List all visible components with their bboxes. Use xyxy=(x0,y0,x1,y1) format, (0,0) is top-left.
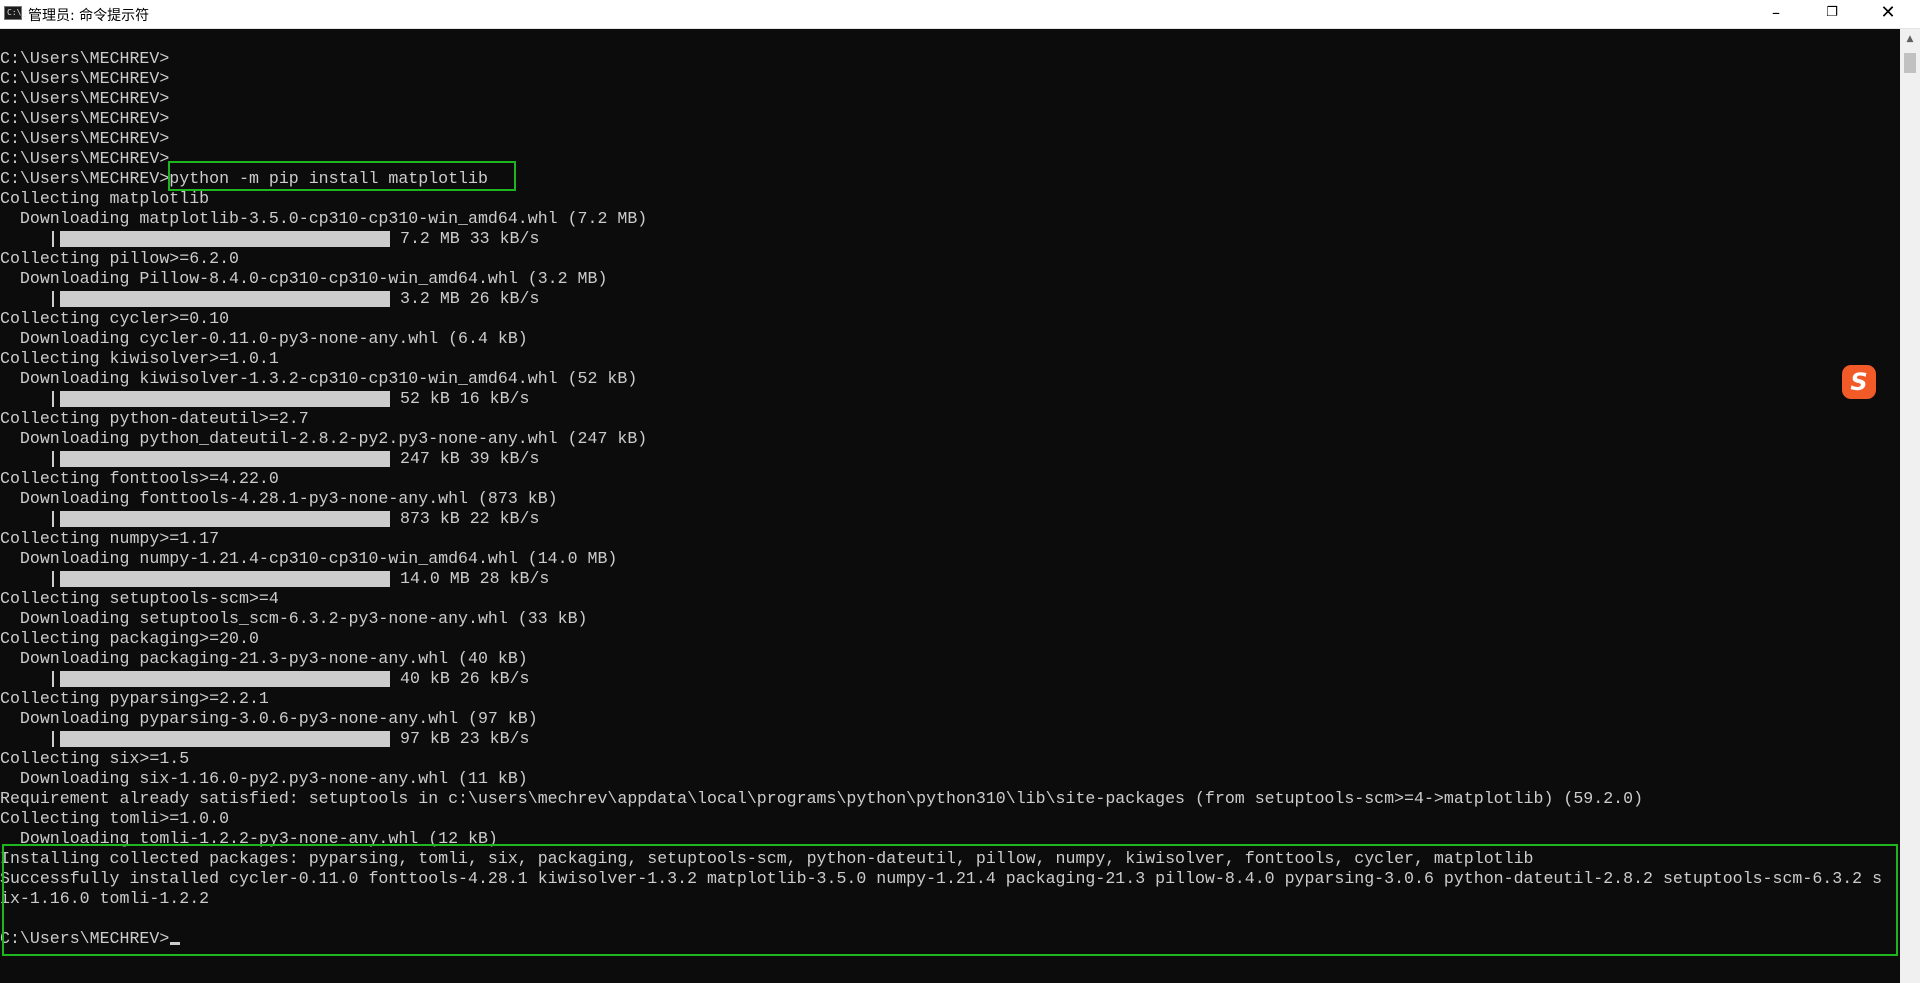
output-line: Collecting matplotlib xyxy=(0,189,210,208)
scroll-up-arrow-icon[interactable]: ▲ xyxy=(1900,29,1920,49)
progress-bar-edge xyxy=(52,511,54,527)
success-line: Successfully installed cycler-0.11.0 fon… xyxy=(0,869,1883,888)
output-line: Downloading pyparsing-3.0.6-py3-none-any… xyxy=(0,709,538,728)
progress-text: 7.2 MB 33 kB/s xyxy=(400,229,540,248)
console-lines: C:\Users\MECHREV> C:\Users\MECHREV> C:\U… xyxy=(0,49,1882,949)
progress-bar: 873 kB 22 kB/s xyxy=(0,509,1882,529)
progress-bar-edge xyxy=(52,231,54,247)
progress-bar-fill xyxy=(60,291,390,307)
progress-bar: 14.0 MB 28 kB/s xyxy=(0,569,1882,589)
progress-text: 3.2 MB 26 kB/s xyxy=(400,289,540,308)
output-line: Collecting six>=1.5 xyxy=(0,749,190,768)
output-line: Collecting fonttools>=4.22.0 xyxy=(0,469,279,488)
prompt-line: C:\Users\MECHREV> xyxy=(0,49,170,68)
output-line: Downloading tomli-1.2.2-py3-none-any.whl… xyxy=(0,829,498,848)
prompt-line: C:\Users\MECHREV> xyxy=(0,89,170,108)
progress-bar-edge xyxy=(52,391,54,407)
output-line: Downloading python_dateutil-2.8.2-py2.py… xyxy=(0,429,648,448)
output-line: Collecting python-dateutil>=2.7 xyxy=(0,409,309,428)
progress-bar: 52 kB 16 kB/s xyxy=(0,389,1882,409)
progress-bar: 7.2 MB 33 kB/s xyxy=(0,229,1882,249)
output-line: Collecting kiwisolver>=1.0.1 xyxy=(0,349,279,368)
output-line: Downloading Pillow-8.4.0-cp310-cp310-win… xyxy=(0,269,608,288)
progress-text: 247 kB 39 kB/s xyxy=(400,449,540,468)
output-line: Collecting pyparsing>=2.2.1 xyxy=(0,689,269,708)
prompt-line: C:\Users\MECHREV> xyxy=(0,149,170,168)
output-line: Downloading six-1.16.0-py2.py3-none-any.… xyxy=(0,769,528,788)
output-line: Downloading setuptools_scm-6.3.2-py3-non… xyxy=(0,609,588,628)
output-line: Requirement already satisfied: setuptool… xyxy=(0,789,1644,808)
active-prompt-line[interactable]: C:\Users\MECHREV> xyxy=(0,929,1882,949)
close-button[interactable]: ✕ xyxy=(1860,0,1916,28)
command-line: C:\Users\MECHREV>python -m pip install m… xyxy=(0,169,488,188)
progress-bar-fill xyxy=(60,511,390,527)
progress-bar-fill xyxy=(60,391,390,407)
output-line: Collecting pillow>=6.2.0 xyxy=(0,249,239,268)
output-line: Collecting numpy>=1.17 xyxy=(0,529,220,548)
success-line: ix-1.16.0 tomli-1.2.2 xyxy=(0,889,210,908)
cmd-window: C:\_ 管理员: 命令提示符 – ❐ ✕ C:\Users\MECHREV> … xyxy=(0,0,1920,983)
install-summary-line: Installing collected packages: pyparsing… xyxy=(0,849,1534,868)
prompt-text: C:\Users\MECHREV> xyxy=(0,929,170,948)
progress-bar-fill xyxy=(60,731,390,747)
output-line: Downloading kiwisolver-1.3.2-cp310-cp310… xyxy=(0,369,638,388)
progress-bar: 247 kB 39 kB/s xyxy=(0,449,1882,469)
output-line: Downloading matplotlib-3.5.0-cp310-cp310… xyxy=(0,209,648,228)
progress-bar-edge xyxy=(52,451,54,467)
progress-bar-fill xyxy=(60,671,390,687)
sogou-ime-icon[interactable]: S xyxy=(1842,365,1876,399)
maximize-button[interactable]: ❐ xyxy=(1804,0,1860,28)
progress-text: 40 kB 26 kB/s xyxy=(400,669,530,688)
progress-bar: 3.2 MB 26 kB/s xyxy=(0,289,1882,309)
progress-bar-edge xyxy=(52,671,54,687)
terminal-icon: C:\_ xyxy=(4,6,26,20)
progress-bar-edge xyxy=(52,291,54,307)
prompt-line: C:\Users\MECHREV> xyxy=(0,129,170,148)
progress-text: 52 kB 16 kB/s xyxy=(400,389,530,408)
progress-bar: 97 kB 23 kB/s xyxy=(0,729,1882,749)
progress-text: 14.0 MB 28 kB/s xyxy=(400,569,550,588)
progress-bar-fill xyxy=(60,451,390,467)
minimize-button[interactable]: – xyxy=(1748,0,1804,28)
output-line: Downloading numpy-1.21.4-cp310-cp310-win… xyxy=(0,549,618,568)
scrollbar-thumb[interactable] xyxy=(1904,53,1916,73)
title-bar[interactable]: C:\_ 管理员: 命令提示符 – ❐ ✕ xyxy=(0,0,1920,29)
progress-bar: 40 kB 26 kB/s xyxy=(0,669,1882,689)
prompt-line: C:\Users\MECHREV> xyxy=(0,109,170,128)
output-line: Collecting setuptools-scm>=4 xyxy=(0,589,279,608)
console-output[interactable]: C:\Users\MECHREV> C:\Users\MECHREV> C:\U… xyxy=(0,29,1900,983)
progress-text: 873 kB 22 kB/s xyxy=(400,509,540,528)
progress-bar-edge xyxy=(52,731,54,747)
output-line: Collecting tomli>=1.0.0 xyxy=(0,809,230,828)
progress-text: 97 kB 23 kB/s xyxy=(400,729,530,748)
output-line: Collecting packaging>=20.0 xyxy=(0,629,259,648)
output-line: Downloading cycler-0.11.0-py3-none-any.w… xyxy=(0,329,528,348)
text-cursor xyxy=(170,942,181,945)
progress-bar-fill xyxy=(60,231,390,247)
output-line: Downloading packaging-21.3-py3-none-any.… xyxy=(0,649,528,668)
progress-bar-fill xyxy=(60,571,390,587)
prompt-line: C:\Users\MECHREV> xyxy=(0,69,170,88)
progress-bar-edge xyxy=(52,571,54,587)
output-line: Downloading fonttools-4.28.1-py3-none-an… xyxy=(0,489,558,508)
window-title: 管理员: 命令提示符 xyxy=(28,8,150,24)
vertical-scrollbar[interactable]: ▲ xyxy=(1900,29,1920,983)
output-line: Collecting cycler>=0.10 xyxy=(0,309,230,328)
